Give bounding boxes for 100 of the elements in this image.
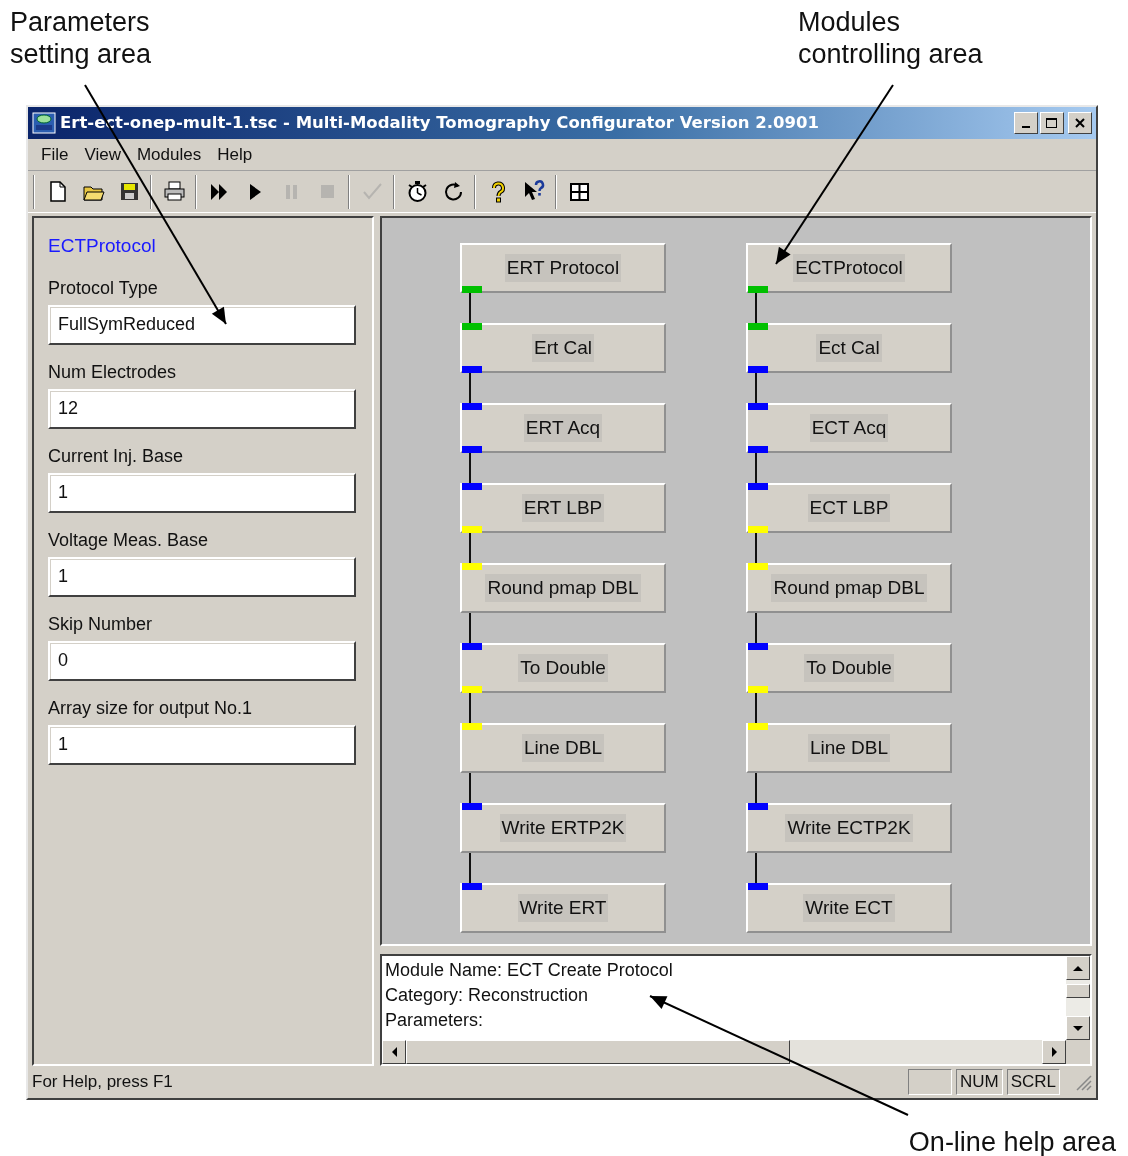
field-label: Num Electrodes [48,360,178,384]
printer-icon [161,179,187,204]
connector-line [755,613,757,643]
input-port[interactable] [462,323,482,330]
module-block[interactable]: Round pmap DBL [460,563,666,613]
menu-item[interactable]: File [34,139,76,170]
module-title: ECTProtocol [48,234,157,258]
field-label: Current Inj. Base [48,444,185,468]
scroll-thumb[interactable] [406,1040,790,1064]
module-block[interactable]: Ert Cal [460,323,666,373]
field-label: Protocol Type [48,276,159,300]
connector-line [469,853,471,883]
input-port[interactable] [748,643,768,650]
input-port[interactable] [462,403,482,410]
output-port[interactable] [462,686,482,693]
input-port[interactable] [748,483,768,490]
output-port[interactable] [748,526,768,533]
output-port[interactable] [748,286,768,293]
output-port[interactable] [462,286,482,293]
scroll-thumb[interactable] [1066,984,1090,998]
connector-line [755,373,757,403]
window-title: Ert-ect-onep-mult-1.tsc - Multi-Modality Tomography Configurator Version 2.0901 [60,111,819,134]
status-indicator: SCRL [1006,1069,1060,1095]
status-indicator: NUM [955,1069,1003,1095]
field-label: Array size for output No.1 [48,696,254,720]
module-block[interactable]: Write ECT [746,883,952,933]
connector-line [469,693,471,723]
input-port[interactable] [748,803,768,810]
input-port[interactable] [748,723,768,730]
module-block[interactable]: To Double [460,643,666,693]
module-block[interactable]: Round pmap DBL [746,563,952,613]
connector-line [755,293,757,323]
menu-item[interactable]: View [77,139,128,170]
minimize-icon [1022,126,1030,128]
input-field[interactable]: 12 [48,388,356,429]
output-port[interactable] [462,366,482,373]
output-port[interactable] [462,526,482,533]
input-port[interactable] [748,883,768,890]
module-block[interactable]: Ect Cal [746,323,952,373]
scroll-down-button[interactable] [1066,1016,1090,1040]
module-block[interactable]: ERT LBP [460,483,666,533]
scroll-up-button[interactable] [1066,956,1090,980]
close-icon [1074,117,1086,129]
help-text: Module Name: ECT Create Protocol [385,959,674,982]
app-icon [32,112,56,134]
input-field[interactable]: FullSymReduced [48,304,356,345]
scroll-right-button[interactable] [1042,1040,1066,1064]
scroll-left-button[interactable] [382,1040,406,1064]
input-port[interactable] [462,803,482,810]
status-text: For Help, press F1 [32,1071,173,1094]
connector-line [755,693,757,723]
scrollbar-corner [1066,1040,1090,1064]
module-block[interactable]: To Double [746,643,952,693]
module-block[interactable]: ERT Protocol [460,243,666,293]
connector-line [469,773,471,803]
maximize-button[interactable] [1040,112,1064,134]
minimize-button[interactable] [1014,112,1038,134]
input-port[interactable] [462,483,482,490]
input-field[interactable]: 1 [48,724,356,765]
field-label: Voltage Meas. Base [48,528,210,552]
input-field[interactable]: 1 [48,472,356,513]
module-block[interactable]: Line DBL [746,723,952,773]
connector-line [755,533,757,563]
module-block[interactable]: Write ERTP2K [460,803,666,853]
input-field[interactable]: 1 [48,556,356,597]
connector-line [469,533,471,563]
menu-item[interactable]: Help [210,139,260,170]
input-port[interactable] [462,563,482,570]
module-block[interactable]: ECTProtocol [746,243,952,293]
output-port[interactable] [462,446,482,453]
input-port[interactable] [462,643,482,650]
connector-line [469,373,471,403]
help-text: Parameters: [385,1009,485,1032]
connector-line [755,853,757,883]
menu-item[interactable]: Modules [129,139,209,170]
input-port[interactable] [748,403,768,410]
output-port[interactable] [748,686,768,693]
connector-line [755,773,757,803]
input-field[interactable]: 0 [48,640,356,681]
input-port[interactable] [462,723,482,730]
help-text: Category: Reconstruction [385,984,590,1007]
module-block[interactable]: ECT Acq [746,403,952,453]
module-block[interactable]: Write ERT [460,883,666,933]
input-port[interactable] [748,323,768,330]
callout-label: Modules controlling area [798,6,984,72]
close-button[interactable] [1068,112,1092,134]
connector-line [469,453,471,483]
field-label: Skip Number [48,612,154,636]
input-port[interactable] [462,883,482,890]
input-port[interactable] [748,563,768,570]
connector-line [469,613,471,643]
resize-grip-icon [1074,1073,1092,1091]
output-port[interactable] [748,446,768,453]
module-block[interactable]: ERT Acq [460,403,666,453]
module-block[interactable]: ECT LBP [746,483,952,533]
module-block[interactable]: Line DBL [460,723,666,773]
module-block[interactable]: Write ECTP2K [746,803,952,853]
callout-label: Parameters setting area [10,6,153,72]
output-port[interactable] [748,366,768,373]
callout-label: On-line help area [908,1127,1116,1156]
